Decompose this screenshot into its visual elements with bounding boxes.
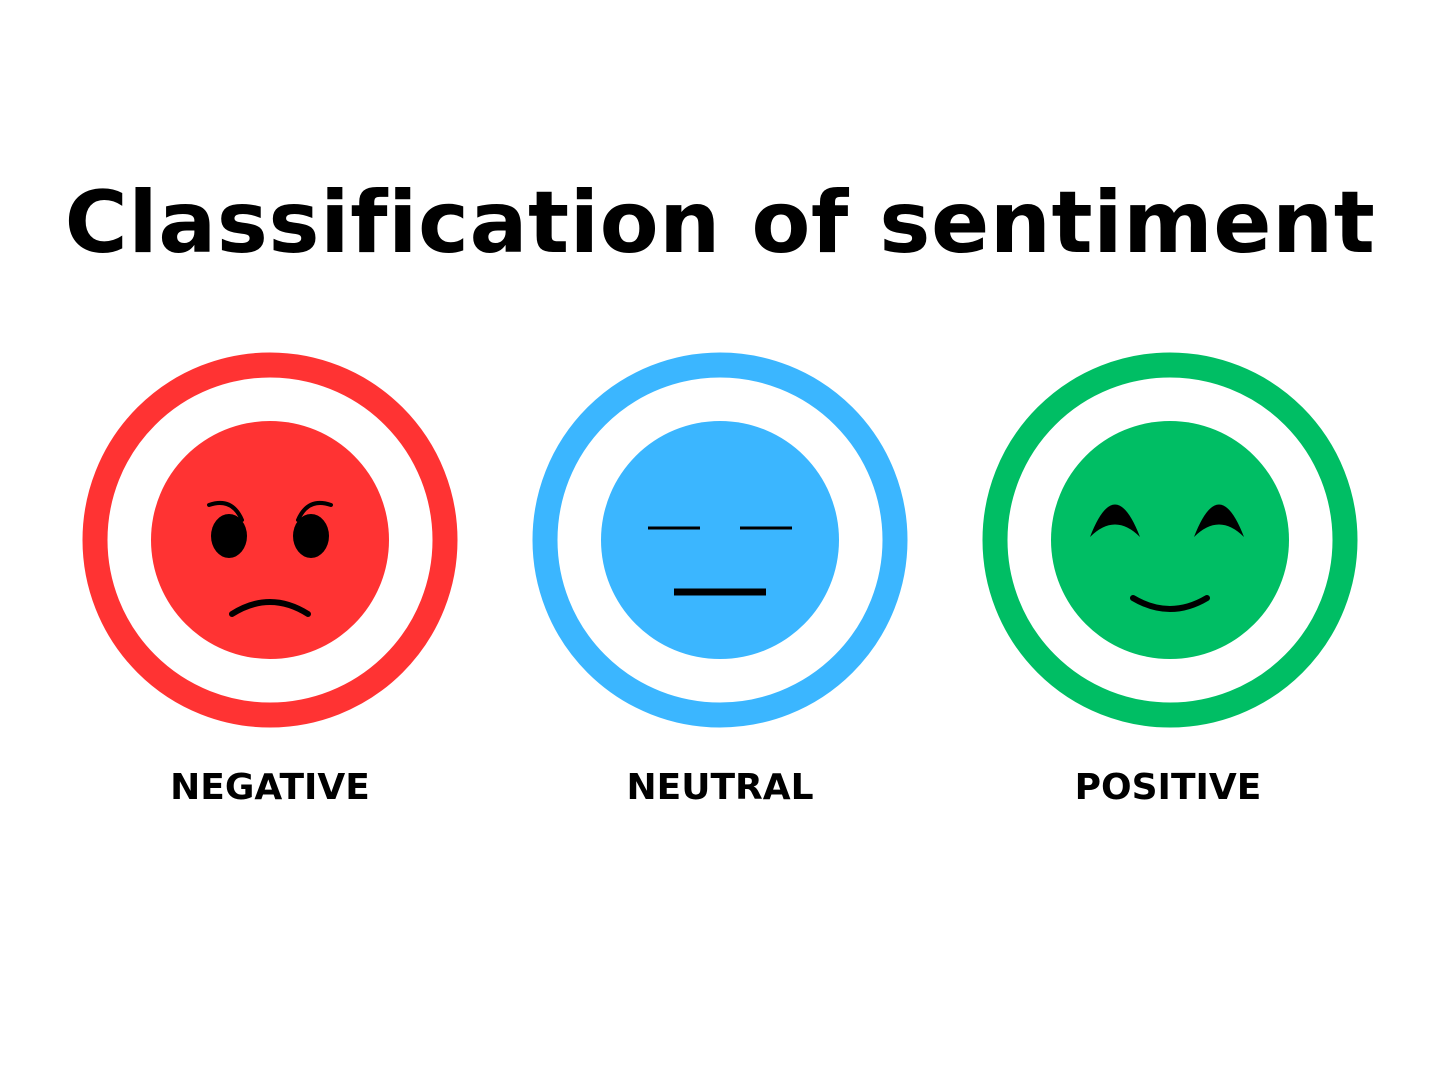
positive-sentiment-item bbox=[982, 352, 1358, 728]
neutral-sentiment-item bbox=[532, 352, 908, 728]
positive-face bbox=[1051, 421, 1289, 659]
angry-face-icon bbox=[82, 352, 458, 728]
neutral-face bbox=[601, 421, 839, 659]
negative-face bbox=[151, 421, 389, 659]
page-title: Classification of sentiment bbox=[64, 173, 1376, 273]
left-eye bbox=[211, 514, 247, 558]
negative-sentiment-item bbox=[82, 352, 458, 728]
positive-label: POSITIVE bbox=[1074, 767, 1262, 808]
smiling-face-icon bbox=[982, 352, 1358, 728]
right-eye bbox=[293, 514, 329, 558]
negative-label: NEGATIVE bbox=[170, 767, 370, 808]
neutral-label: NEUTRAL bbox=[626, 767, 814, 808]
neutral-face-icon bbox=[532, 352, 908, 728]
